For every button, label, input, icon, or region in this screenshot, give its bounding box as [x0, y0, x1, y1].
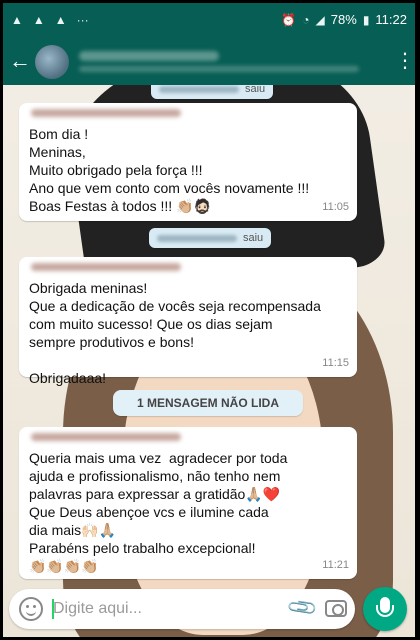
- message-bubble[interactable]: Obrigada meninas! Que a dedicação de voc…: [19, 257, 357, 386]
- arrow-left-icon[interactable]: ←: [9, 49, 33, 73]
- contact-avatar[interactable]: [35, 45, 69, 79]
- message-time: 11:15: [322, 357, 349, 369]
- message-text: Parabéns pelo trabalho excepcional!: [29, 540, 256, 556]
- system-message: saiu: [151, 85, 274, 99]
- contact-members-redacted: [79, 66, 359, 72]
- voice-message-button[interactable]: [363, 587, 407, 631]
- message-time: 11:05: [322, 201, 349, 213]
- unread-banner: 1 MENSAGEM NÃO LIDA: [113, 390, 303, 416]
- sender-name-redacted: [31, 433, 181, 441]
- attach-icon[interactable]: 📎: [286, 592, 320, 626]
- message-text: Bom dia !: [29, 126, 89, 142]
- image-icon: ▲: [32, 13, 45, 27]
- more-vert-icon[interactable]: ⋮: [395, 50, 415, 74]
- message-input[interactable]: Digite aqui...: [53, 600, 142, 618]
- member-name-redacted: [157, 234, 237, 242]
- message-composer[interactable]: Digite aqui... 📎: [9, 589, 355, 629]
- message-text: Queria mais uma vez agradecer por toda: [29, 450, 288, 466]
- message-text: Que a dedicação de vocês seja recompensa…: [29, 298, 321, 314]
- chat-background: saiu Bom dia ! Meninas, Muito obrigado p…: [3, 85, 415, 637]
- message-text: Obrigada meninas!: [29, 280, 148, 296]
- member-name-redacted: [159, 85, 239, 93]
- message-text: Que Deus abençoe vcs e ilumine cada: [29, 504, 269, 520]
- status-bar: ▲ ▲ ▲ ··· ⏰ ◔ ◢ 78% ▮ 11:22: [3, 3, 415, 39]
- message-text: dia mais🙌🏻🙏🏼: [29, 522, 116, 538]
- message-text: Boas Festas à todos !!! 👏🏼🧔🏻: [29, 198, 211, 214]
- contact-name-redacted[interactable]: [79, 51, 219, 61]
- mic-icon: [376, 597, 394, 617]
- message-text: [29, 351, 347, 369]
- system-message-text: saiu: [245, 85, 266, 95]
- whatsapp-chat-screen: ▲ ▲ ▲ ··· ⏰ ◔ ◢ 78% ▮ 11:22 ← ⋮ saiu Bom…: [3, 3, 415, 637]
- more-notifications-icon: ···: [76, 13, 89, 27]
- message-text: Muito obrigado pela força !!!: [29, 162, 203, 178]
- message-text: Meninas,: [29, 144, 86, 160]
- message-text: Ano que vem conto com vocês novamente !!…: [29, 180, 310, 196]
- alarm-icon: ⏰: [281, 12, 297, 27]
- battery-percent: 78%: [330, 12, 357, 27]
- sender-name-redacted: [31, 109, 181, 117]
- battery-icon: ▮: [362, 12, 370, 27]
- sender-name-redacted: [31, 263, 181, 271]
- system-message-text: saiu: [243, 232, 264, 244]
- message-text: 👏🏼👏🏼👏🏼👏🏼: [29, 558, 99, 574]
- message-time: 11:21: [322, 559, 349, 571]
- camera-icon[interactable]: [325, 600, 347, 617]
- system-message: saiu: [149, 228, 272, 248]
- emoji-icon[interactable]: [19, 597, 43, 621]
- wifi-icon: ◔: [302, 12, 310, 27]
- message-bubble[interactable]: Bom dia ! Meninas, Muito obrigado pela f…: [19, 103, 357, 221]
- image-icon: ▲: [54, 13, 67, 27]
- message-text: sempre produtivos e bons!: [29, 334, 194, 350]
- clock: 11:22: [375, 12, 407, 27]
- message-text: Obrigadaaa!: [29, 370, 107, 386]
- message-text: palavras para expressar a gratidão🙏🏼❤️: [29, 486, 281, 502]
- message-text: com muito sucesso! Que os dias sejam: [29, 316, 273, 332]
- signal-icon: ◢: [315, 12, 325, 27]
- message-bubble[interactable]: Queria mais uma vez agradecer por toda a…: [19, 427, 357, 579]
- message-text: ajuda e profissionalismo, não tenho nem: [29, 468, 281, 484]
- chat-header: ← ⋮: [3, 39, 415, 85]
- image-icon: ▲: [11, 13, 23, 27]
